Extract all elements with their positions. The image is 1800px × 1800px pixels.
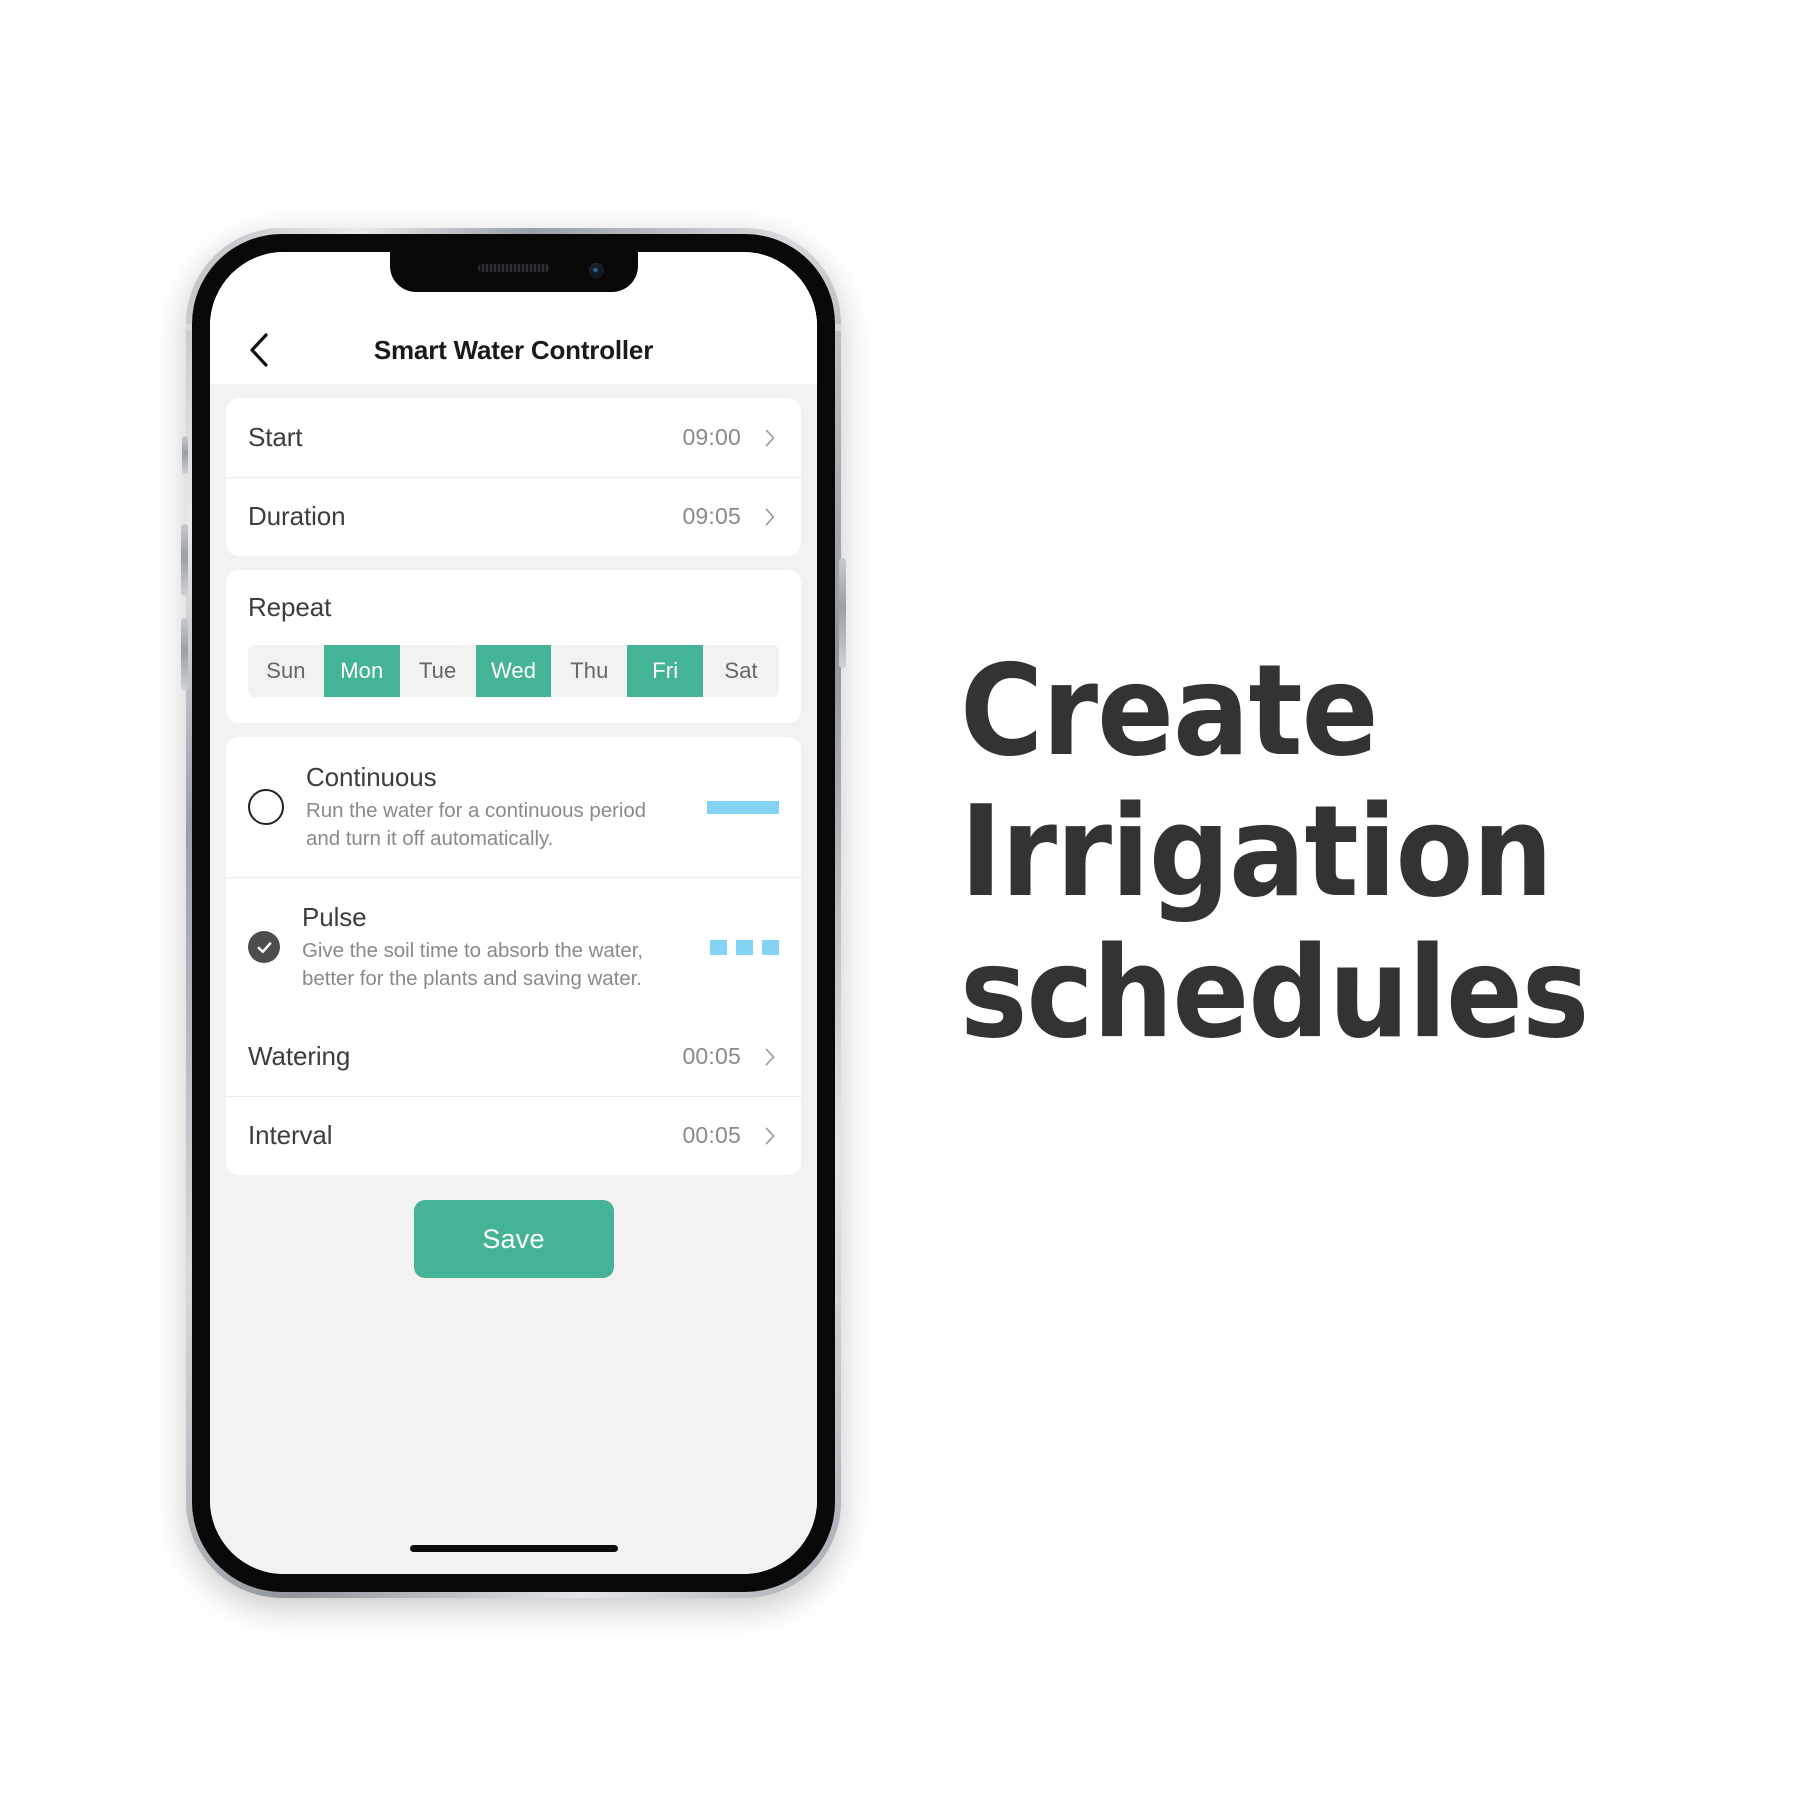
watering-row[interactable]: Watering 00:05 <box>226 1017 801 1096</box>
duration-value: 09:05 <box>682 503 741 529</box>
continuous-indicator <box>701 800 779 814</box>
watering-value: 00:05 <box>682 1043 741 1069</box>
chevron-left-icon <box>250 333 268 367</box>
silent-switch[interactable] <box>182 436 188 474</box>
page-title: Smart Water Controller <box>373 335 654 365</box>
pulse-bar-icon <box>762 939 779 955</box>
continuous-title: Continuous <box>306 762 437 793</box>
solid-bar-icon <box>707 800 779 814</box>
repeat-label: Repeat <box>248 592 332 622</box>
radio-checked-icon[interactable] <box>248 931 280 963</box>
chevron-right-icon <box>765 508 775 525</box>
day-chip-wed[interactable]: Wed <box>475 645 552 697</box>
checkmark-icon <box>257 941 271 953</box>
power-button[interactable] <box>839 558 846 668</box>
headline-line-1: Create <box>960 637 1379 784</box>
pulse-bar-icon <box>710 939 727 955</box>
marketing-headline: Create Irrigation schedules <box>960 640 1720 1063</box>
day-selector[interactable]: Sun Mon Tue Wed Thu Fri Sat <box>248 645 779 697</box>
content-scroll-area[interactable]: Start 09:00 Duration 09:05 Repeat Sun Mo… <box>210 384 817 1574</box>
interval-label: Interval <box>248 1120 333 1150</box>
home-indicator[interactable] <box>409 1545 618 1552</box>
front-camera-icon <box>588 263 604 278</box>
save-button[interactable]: Save <box>413 1200 614 1278</box>
mode-option-pulse[interactable]: Pulse Give the soil time to absorb the w… <box>226 877 801 1017</box>
day-chip-sat[interactable]: Sat <box>703 645 779 697</box>
save-button-container: Save <box>210 1200 817 1278</box>
phone-body: Smart Water Controller Start 09:00 Durat… <box>192 234 835 1592</box>
antenna-line <box>834 1296 841 1303</box>
pulse-bar-icon <box>736 939 753 955</box>
day-chip-thu[interactable]: Thu <box>551 645 627 697</box>
antenna-line <box>834 324 841 331</box>
camera-lens-dot <box>592 268 598 272</box>
pulse-title: Pulse <box>302 902 367 933</box>
interval-row[interactable]: Interval 00:05 <box>226 1096 801 1175</box>
start-label: Start <box>248 422 303 452</box>
mode-text-block: Pulse Give the soil time to absorb the w… <box>302 902 683 991</box>
interval-value: 00:05 <box>682 1122 741 1148</box>
volume-down-button[interactable] <box>181 618 188 690</box>
earpiece-speaker-icon <box>477 264 550 272</box>
day-chip-mon[interactable]: Mon <box>323 645 400 697</box>
mode-text-block: Continuous Run the water for a continuou… <box>306 762 683 851</box>
chevron-right-icon <box>765 429 775 446</box>
pulse-description: Give the soil time to absorb the water, … <box>302 939 644 990</box>
volume-up-button[interactable] <box>181 524 188 596</box>
chevron-right-icon <box>765 1048 775 1065</box>
mode-card: Continuous Run the water for a continuou… <box>226 737 801 1175</box>
watering-label: Watering <box>248 1041 351 1071</box>
duration-label: Duration <box>248 501 346 531</box>
mode-option-continuous[interactable]: Continuous Run the water for a continuou… <box>226 737 801 877</box>
continuous-description: Run the water for a continuous period an… <box>306 799 647 850</box>
duration-row[interactable]: Duration 09:05 <box>226 477 801 556</box>
headline-line-3: schedules <box>960 919 1589 1067</box>
start-value: 09:00 <box>682 424 741 450</box>
phone-screen: Smart Water Controller Start 09:00 Durat… <box>210 252 817 1574</box>
headline-line-2: Irrigation <box>960 778 1553 926</box>
app-viewport: Smart Water Controller Start 09:00 Durat… <box>210 252 817 1574</box>
radio-unchecked-icon[interactable] <box>248 789 284 825</box>
back-button[interactable] <box>236 328 280 372</box>
day-chip-sun[interactable]: Sun <box>248 645 324 697</box>
schedule-card: Start 09:00 Duration 09:05 <box>226 398 801 556</box>
pulse-indicator <box>701 939 779 955</box>
repeat-card: Repeat Sun Mon Tue Wed Thu Fri Sat <box>226 570 801 723</box>
phone-notch <box>389 252 638 292</box>
day-chip-tue[interactable]: Tue <box>400 645 476 697</box>
start-row[interactable]: Start 09:00 <box>226 398 801 477</box>
chevron-right-icon <box>765 1127 775 1144</box>
day-chip-fri[interactable]: Fri <box>627 645 704 697</box>
phone-mockup: Smart Water Controller Start 09:00 Durat… <box>181 228 846 1598</box>
